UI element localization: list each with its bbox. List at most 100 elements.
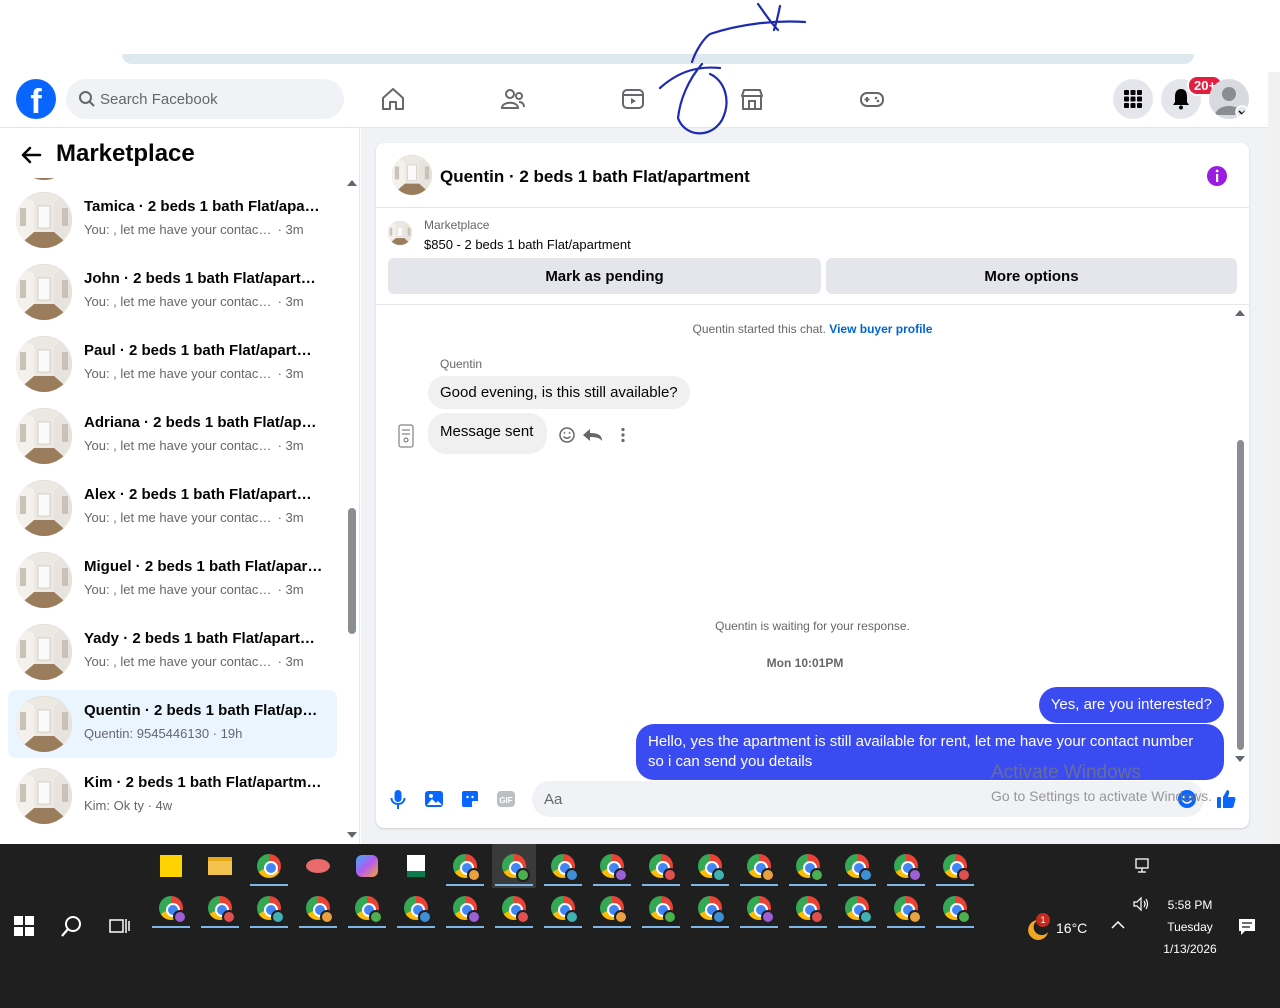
- chrome-window-button[interactable]: [443, 886, 487, 930]
- browser-address-bar-edge[interactable]: [122, 54, 1194, 64]
- copilot-button[interactable]: [345, 844, 389, 888]
- chrome-window-button[interactable]: [933, 886, 977, 930]
- thread-scrollbar-thumb[interactable]: [1237, 440, 1244, 750]
- chrome-window-button[interactable]: [247, 844, 291, 888]
- search-box[interactable]: [66, 79, 344, 119]
- video-icon[interactable]: [620, 86, 646, 112]
- conversation-item[interactable]: Miguel · 2 beds 1 bath Flat/apartment You…: [8, 546, 337, 614]
- notification-center-icon[interactable]: [1238, 918, 1256, 936]
- window-scrollbar[interactable]: [1268, 72, 1280, 844]
- chrome-window-button[interactable]: [786, 844, 830, 888]
- conversation-item[interactable]: Adriana · 2 beds 1 bath Flat/apartment Yo…: [8, 402, 337, 470]
- search-icon[interactable]: [60, 914, 84, 938]
- thread-scroll-down-icon[interactable]: [1235, 756, 1245, 762]
- listing-small-thumbnail[interactable]: [388, 221, 412, 245]
- emoji-icon[interactable]: [1177, 789, 1197, 809]
- chrome-window-button[interactable]: [884, 886, 928, 930]
- conversation-item[interactable]: Quentin · 2 beds 1 bath Flat/apartment Qu…: [8, 690, 337, 758]
- network-icon[interactable]: [1133, 858, 1151, 874]
- outgoing-message[interactable]: Yes, are you interested?: [1038, 687, 1224, 723]
- message-input[interactable]: [532, 781, 1204, 817]
- chevron-up-icon[interactable]: [1111, 920, 1125, 930]
- apartment-photo: [392, 155, 432, 195]
- sticker-icon[interactable]: [459, 788, 481, 810]
- listing-price[interactable]: $850 - 2 beds 1 bath Flat/apartment: [424, 237, 631, 252]
- message-composer: GIF: [376, 776, 1249, 828]
- clock-date[interactable]: 1/13/2026: [1155, 942, 1225, 956]
- more-options-button[interactable]: More options: [826, 258, 1237, 294]
- view-buyer-profile-link[interactable]: View buyer profile: [829, 322, 932, 336]
- file-explorer-button[interactable]: [198, 844, 242, 888]
- conversation-item[interactable]: Tamica · 2 beds 1 bath Flat/apartment You…: [8, 186, 337, 254]
- chrome-icon: [698, 854, 726, 882]
- incoming-message[interactable]: Message sent: [428, 413, 548, 454]
- chat-started-notice: Quentin started this chat. View buyer pr…: [376, 322, 1249, 336]
- profile-avatar[interactable]: [1209, 79, 1249, 119]
- clock-time[interactable]: 5:58 PM: [1160, 898, 1220, 912]
- chrome-window-button[interactable]: [786, 886, 830, 930]
- chrome-window-button[interactable]: [737, 844, 781, 888]
- chrome-window-button[interactable]: [345, 886, 389, 930]
- chrome-window-button[interactable]: [639, 844, 683, 888]
- chrome-window-button[interactable]: [688, 886, 732, 930]
- chrome-icon: [943, 896, 971, 924]
- thread-scroll-up-icon[interactable]: [1235, 310, 1245, 316]
- conversation-item[interactable]: Paul · 2 beds 1 bath Flat/apartment You: …: [8, 330, 337, 398]
- incoming-message[interactable]: Good evening, is this still available?: [428, 376, 690, 409]
- photo-icon[interactable]: [423, 788, 445, 810]
- gaming-icon[interactable]: [859, 86, 885, 112]
- chrome-window-button[interactable]: [933, 844, 977, 888]
- chrome-window-button[interactable]: [198, 886, 242, 930]
- chrome-window-button[interactable]: [149, 886, 193, 930]
- chrome-window-button[interactable]: [541, 844, 585, 888]
- marketplace-icon[interactable]: [739, 86, 765, 112]
- sticky-notes-button[interactable]: [149, 844, 193, 888]
- temperature[interactable]: 16°C: [1056, 920, 1087, 936]
- chrome-window-button[interactable]: [443, 844, 487, 888]
- gif-icon[interactable]: GIF: [495, 788, 517, 810]
- mail-button[interactable]: [394, 844, 438, 888]
- scroll-down-icon[interactable]: [347, 832, 357, 838]
- chrome-window-button[interactable]: [639, 886, 683, 930]
- chrome-window-button[interactable]: [590, 844, 634, 888]
- friends-icon[interactable]: [500, 86, 526, 112]
- snipping-tool-button[interactable]: [296, 844, 340, 888]
- thumbs-up-icon[interactable]: [1215, 788, 1237, 810]
- back-arrow-icon[interactable]: [20, 144, 42, 166]
- clock-day[interactable]: Tuesday: [1160, 920, 1220, 934]
- scrollbar-thumb[interactable]: [348, 508, 356, 634]
- outgoing-message[interactable]: Hello, yes the apartment is still availa…: [636, 724, 1224, 780]
- microphone-icon[interactable]: [387, 788, 409, 810]
- chrome-window-button[interactable]: [737, 886, 781, 930]
- chrome-icon: [796, 896, 824, 924]
- listing-thumbnail[interactable]: [392, 155, 432, 195]
- conversation-item[interactable]: Alex · 2 beds 1 bath Flat/apartment You: …: [8, 474, 337, 542]
- chrome-icon: [894, 896, 922, 924]
- chrome-window-button[interactable]: [394, 886, 438, 930]
- chrome-window-button[interactable]: [590, 886, 634, 930]
- conversation-item[interactable]: John · 2 beds 1 bath Flat/apartment You: …: [8, 258, 337, 326]
- chrome-window-button[interactable]: [688, 844, 732, 888]
- conversation-item[interactable]: Yady · 2 beds 1 bath Flat/apartment You: …: [8, 618, 337, 686]
- chrome-window-button[interactable]: [541, 886, 585, 930]
- chrome-window-button[interactable]: [884, 844, 928, 888]
- home-icon[interactable]: [380, 86, 406, 112]
- chat-title[interactable]: Quentin · 2 beds 1 bath Flat/apartment: [440, 167, 750, 187]
- windows-start-icon[interactable]: [14, 916, 34, 936]
- volume-icon[interactable]: [1133, 896, 1151, 912]
- menu-grid-button[interactable]: [1113, 79, 1153, 119]
- conversation-item[interactable]: Kim · 2 beds 1 bath Flat/apartment Kim: O…: [8, 762, 337, 830]
- scroll-up-icon[interactable]: [347, 180, 357, 186]
- search-input[interactable]: [100, 79, 330, 119]
- task-view-icon[interactable]: [109, 916, 131, 936]
- chrome-window-button[interactable]: [492, 844, 536, 888]
- chrome-window-button[interactable]: [247, 886, 291, 930]
- facebook-logo-icon[interactable]: f: [16, 79, 56, 119]
- chrome-window-button[interactable]: [296, 886, 340, 930]
- chrome-window-button[interactable]: [835, 844, 879, 888]
- chrome-window-button[interactable]: [835, 886, 879, 930]
- more-dots-icon: [621, 427, 625, 443]
- mark-as-pending-button[interactable]: Mark as pending: [388, 258, 821, 294]
- chrome-window-button[interactable]: [492, 886, 536, 930]
- info-icon[interactable]: [1206, 165, 1228, 187]
